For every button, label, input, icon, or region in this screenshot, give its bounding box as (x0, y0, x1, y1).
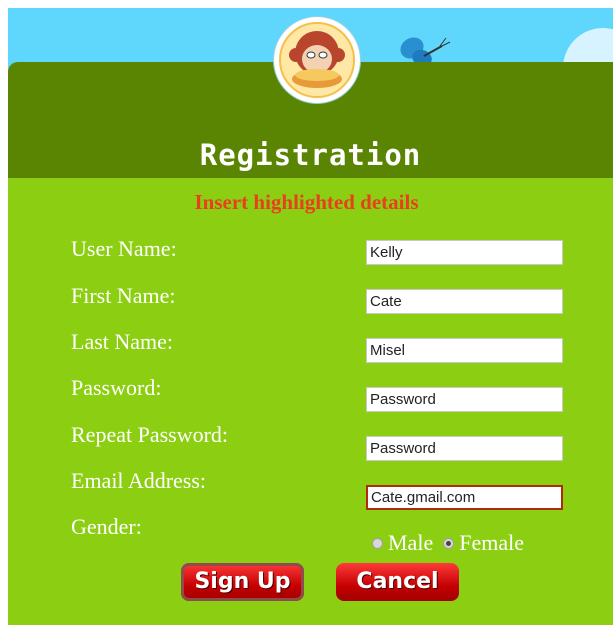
first-name-field[interactable] (366, 289, 563, 314)
monkey-avatar-icon (274, 17, 360, 103)
password-field[interactable] (366, 387, 563, 412)
gender-label: Gender: (71, 514, 142, 539)
sign-up-button[interactable]: Sign Up (181, 563, 304, 601)
email-label: Email Address: (71, 468, 207, 493)
username-label: User Name: (71, 236, 177, 261)
password-label: Password: (71, 375, 162, 400)
email-field[interactable] (366, 485, 563, 510)
cancel-button[interactable]: Cancel (336, 563, 459, 601)
instruction-text: Insert highlighted details (194, 190, 419, 214)
repeat-password-field[interactable] (366, 436, 563, 461)
first-name-label: First Name: (71, 283, 176, 308)
last-name-field[interactable] (366, 338, 563, 363)
repeat-password-label: Repeat Password: (71, 422, 229, 447)
username-field[interactable] (366, 240, 563, 265)
gender-radio-group: Male Female (372, 530, 534, 556)
radio-male[interactable] (372, 537, 383, 549)
radio-female[interactable] (443, 537, 455, 549)
radio-female-label[interactable]: Female (459, 530, 524, 556)
radio-male-label[interactable]: Male (388, 530, 433, 556)
last-name-label: Last Name: (71, 329, 174, 354)
page-title: Registration (199, 138, 422, 172)
